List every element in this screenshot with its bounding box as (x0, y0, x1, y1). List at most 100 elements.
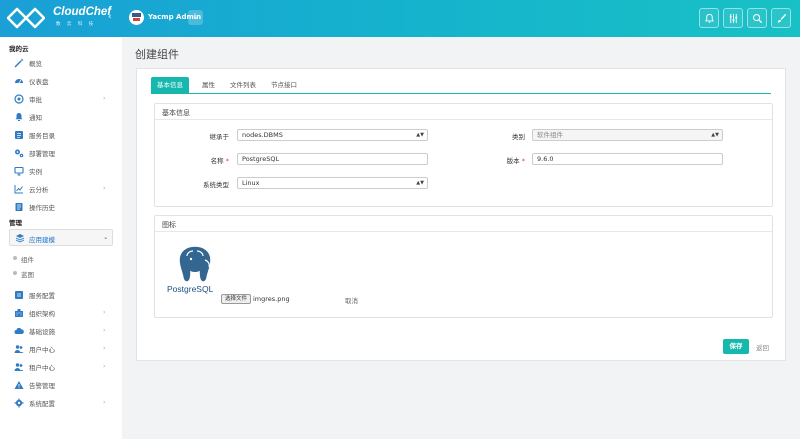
approval-icon (14, 94, 24, 104)
sidebar-item-deploy[interactable]: 部署管理 (0, 144, 122, 162)
icon-box: 图标 PostgreSQL 选择文件 imgres.png 取消 (154, 215, 773, 318)
name-label-text: 名称 (210, 157, 224, 165)
sidebar-item-system-config[interactable]: 系统配置 › (0, 394, 122, 412)
sidebar-item-user-center[interactable]: 用户中心 › (0, 340, 122, 358)
sidebar-item-label: 服务配置 (29, 292, 55, 300)
collapse-sidebar-icon[interactable]: ‹ (108, 12, 112, 22)
sidebar-subitem-label: 组件 (21, 256, 34, 264)
sidebar-item-org[interactable]: 组织架构 › (0, 304, 122, 322)
tab-file-list[interactable]: 文件列表 (224, 77, 262, 93)
inherit-select[interactable]: nodes.DBMS ▲▼ (237, 129, 428, 141)
sidebar-item-label: 应用建模 (29, 236, 55, 244)
tab-properties[interactable]: 属性 (196, 77, 221, 93)
settings-sliders-button[interactable] (723, 8, 743, 28)
warning-icon (14, 381, 24, 389)
cancel-upload-link[interactable]: 取消 (345, 295, 358, 305)
main-content: 创建组件 基本信息 属性 文件列表 节点接口 基本信息 继承于 nodes.DB… (122, 37, 800, 439)
user-avatar[interactable] (129, 10, 144, 25)
sidebar-item-label: 审批 (29, 96, 42, 104)
inherit-select-value: nodes.DBMS (242, 131, 283, 139)
sidebar-item-label: 用户中心 (29, 346, 55, 354)
brand-subtitle: 数 云 科 技 (56, 22, 96, 27)
sidebar-item-app-modeling[interactable]: 应用建模 ⌄ (9, 229, 113, 246)
sidebar-item-dashboard[interactable]: 仪表盘 (0, 72, 122, 90)
name-input[interactable]: PostgreSQL (237, 153, 428, 165)
users-icon (14, 345, 24, 353)
sidebar-subitem-blueprint[interactable]: 蓝图 (0, 266, 122, 281)
category-label-text: 类别 (512, 133, 525, 141)
tab-underline (151, 93, 771, 94)
notification-button[interactable] (699, 8, 719, 28)
sidebar-item-analysis[interactable]: 云分析 › (0, 180, 122, 198)
sidebar-item-alert[interactable]: 告警管理 (0, 376, 122, 394)
chevron-right-icon: › (103, 184, 106, 192)
chevron-right-icon: › (103, 344, 106, 352)
os-type-label-text: 系统类型 (203, 181, 229, 189)
sidebar-item-notice[interactable]: 通知 (0, 108, 122, 126)
search-button[interactable] (747, 8, 767, 28)
version-input[interactable]: 9.6.0 (532, 153, 723, 165)
chevron-right-icon: › (103, 326, 106, 334)
postgresql-logo-text: PostgreSQL (167, 284, 214, 294)
sidebar-item-approval[interactable]: 审批 › (0, 90, 122, 108)
dashboard-icon (15, 79, 23, 84)
sidebar-item-label: 服务目录 (29, 132, 55, 140)
basic-info-box: 基本信息 继承于 nodes.DBMS ▲▼ 名称 * PostgreSQL 系… (154, 103, 773, 207)
bullet-icon (13, 271, 17, 275)
name-label: 名称 * (179, 155, 229, 165)
os-type-select[interactable]: Linux ▲▼ (237, 177, 428, 189)
sidebar-item-label: 组织架构 (29, 310, 55, 318)
version-label-text: 版本 (506, 157, 520, 165)
chevron-right-icon: › (103, 308, 106, 316)
sidebar-item-instance[interactable]: 实例 (0, 162, 122, 180)
sidebar-subitem-component[interactable]: 组件 (0, 251, 122, 266)
select-arrows-icon: ▲▼ (416, 180, 424, 186)
category-label: 类别 (475, 131, 525, 141)
catalog-icon (15, 131, 23, 139)
bullet-icon (13, 256, 17, 260)
chevron-right-icon: › (103, 94, 106, 102)
search-icon (752, 13, 762, 23)
version-label: 版本 * (475, 155, 525, 165)
save-button[interactable]: 保存 (723, 339, 749, 354)
sidebar: 我的云 概览 仪表盘 审批 › 通知 服务目录 部署管理 实例 云分析 › 操作… (0, 37, 122, 439)
sidebar-item-label: 租户中心 (29, 364, 55, 372)
basic-info-title: 基本信息 (162, 109, 190, 117)
user-dropdown-chevron-icon[interactable]: ⌄ (188, 10, 203, 25)
sidebar-item-label: 部署管理 (29, 150, 55, 158)
tab-basic-info[interactable]: 基本信息 (151, 77, 189, 93)
brand-name: CloudChef (53, 6, 112, 18)
sidebar-item-overview[interactable]: 概览 (0, 54, 122, 72)
sidebar-item-catalog[interactable]: 服务目录 (0, 126, 122, 144)
back-link[interactable]: 返回 (756, 342, 769, 352)
theme-brush-button[interactable] (771, 8, 791, 28)
sidebar-item-label: 系统配置 (29, 400, 55, 408)
service-config-icon (15, 291, 23, 299)
bell-icon (704, 13, 714, 23)
sidebar-item-history[interactable]: 操作历史 (0, 198, 122, 216)
avatar-icon (132, 13, 141, 21)
section-my-cloud: 我的云 (9, 45, 29, 53)
chevron-right-icon: › (103, 398, 106, 406)
bell-icon (15, 113, 23, 121)
selected-file-name: imgres.png (253, 295, 290, 303)
tenant-icon (14, 363, 24, 371)
sidebar-item-tenant-center[interactable]: 租户中心 › (0, 358, 122, 376)
cloudchef-logo-icon (7, 7, 45, 29)
inherit-label-text: 继承于 (209, 133, 230, 141)
icon-box-title: 图标 (162, 221, 176, 229)
top-bar: CloudChef 数 云 科 技 ‹ Yacmp Admin ⌄ (0, 0, 800, 37)
sidebar-item-label: 概览 (29, 60, 42, 68)
tab-node-interface[interactable]: 节点接口 (265, 77, 303, 93)
sidebar-item-service-config[interactable]: 服务配置 (0, 286, 122, 304)
app-modeling-icon (15, 234, 25, 243)
sliders-icon (729, 13, 737, 23)
sidebar-item-infrastructure[interactable]: 基础设施 › (0, 322, 122, 340)
sidebar-item-label: 基础设施 (29, 328, 55, 336)
category-select[interactable]: 软件组件 ▲▼ (532, 129, 723, 141)
chevron-right-icon: › (103, 362, 106, 370)
logo-area[interactable]: CloudChef 数 云 科 技 (0, 0, 122, 37)
choose-file-button[interactable]: 选择文件 (221, 294, 252, 304)
form-panel: 基本信息 属性 文件列表 节点接口 基本信息 继承于 nodes.DBMS ▲▼… (136, 68, 786, 361)
history-icon (15, 203, 23, 211)
